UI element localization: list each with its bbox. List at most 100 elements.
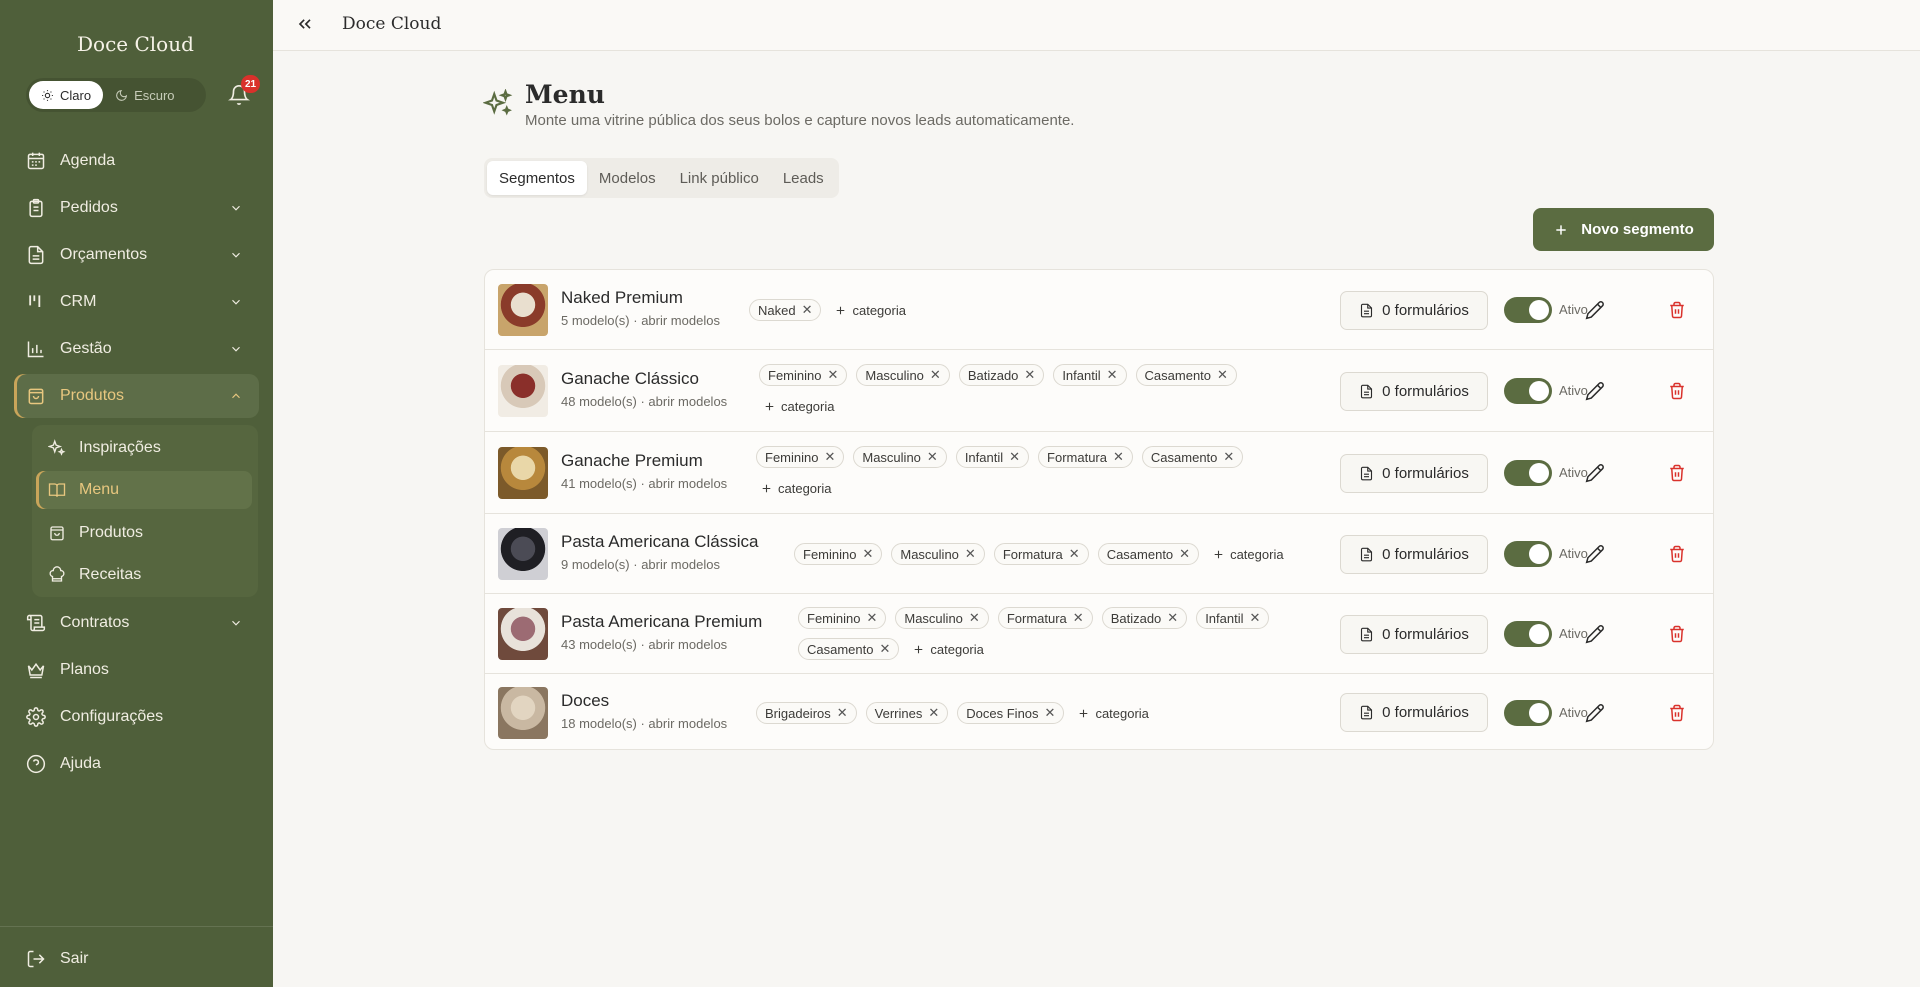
forms-button[interactable]: 0 formulários: [1340, 372, 1488, 411]
add-category-button[interactable]: categoria: [908, 638, 987, 660]
edit-icon[interactable]: [1585, 624, 1605, 644]
remove-tag-icon[interactable]: ✕: [1250, 610, 1261, 626]
active-toggle[interactable]: [1504, 378, 1552, 404]
remove-tag-icon[interactable]: ✕: [1069, 546, 1080, 562]
remove-tag-icon[interactable]: ✕: [1167, 610, 1178, 626]
remove-tag-icon[interactable]: ✕: [1107, 367, 1118, 383]
tab-segmentos[interactable]: Segmentos: [487, 161, 587, 195]
remove-tag-icon[interactable]: ✕: [1024, 367, 1035, 383]
remove-tag-icon[interactable]: ✕: [879, 641, 890, 657]
segment-meta[interactable]: 48 modelo(s) · abrir modelos: [561, 394, 727, 409]
theme-dark-button[interactable]: Escuro: [103, 81, 186, 109]
trash-icon[interactable]: [1668, 382, 1686, 400]
edit-icon[interactable]: [1585, 703, 1605, 723]
remove-tag-icon[interactable]: ✕: [1217, 367, 1228, 383]
kanban-icon: [29, 295, 41, 307]
remove-tag-icon[interactable]: ✕: [837, 705, 848, 721]
remove-tag-icon[interactable]: ✕: [1009, 449, 1020, 465]
chef-hat-icon: [49, 566, 65, 582]
remove-tag-icon[interactable]: ✕: [862, 546, 873, 562]
category-tag: Feminino ✕: [759, 364, 848, 386]
nav-planos[interactable]: Planos: [14, 648, 259, 692]
nav-ajuda[interactable]: Ajuda: [14, 742, 259, 786]
remove-tag-icon[interactable]: ✕: [969, 610, 980, 626]
edit-icon[interactable]: [1585, 381, 1605, 401]
active-toggle[interactable]: [1504, 700, 1552, 726]
remove-tag-icon[interactable]: ✕: [1045, 705, 1056, 721]
remove-tag-icon[interactable]: ✕: [927, 449, 938, 465]
remove-tag-icon[interactable]: ✕: [1073, 610, 1084, 626]
remove-tag-icon[interactable]: ✕: [866, 610, 877, 626]
remove-tag-icon[interactable]: ✕: [827, 367, 838, 383]
nav-pedidos[interactable]: Pedidos: [14, 186, 259, 230]
remove-tag-icon[interactable]: ✕: [1113, 449, 1124, 465]
add-category-button[interactable]: categoria: [756, 477, 835, 499]
trash-icon[interactable]: [1668, 301, 1686, 319]
add-category-label: categoria: [930, 641, 984, 657]
add-category-button[interactable]: categoria: [759, 395, 838, 417]
active-toggle[interactable]: [1504, 621, 1552, 647]
remove-tag-icon[interactable]: ✕: [930, 367, 941, 383]
nav-gestao[interactable]: Gestão: [14, 327, 259, 371]
nav-ajuda-label: Ajuda: [60, 755, 101, 772]
active-toggle[interactable]: [1504, 460, 1552, 486]
nav-contratos[interactable]: Contratos: [14, 601, 259, 645]
nav-agenda[interactable]: Agenda: [14, 139, 259, 183]
category-tag: Masculino ✕: [856, 364, 950, 386]
segment-meta[interactable]: 41 modelo(s) · abrir modelos: [561, 476, 727, 491]
add-category-button[interactable]: categoria: [830, 299, 909, 321]
submenu-menu[interactable]: Menu: [36, 471, 252, 509]
forms-button[interactable]: 0 formulários: [1340, 291, 1488, 330]
forms-button[interactable]: 0 formulários: [1340, 693, 1488, 732]
segment-list: Naked Premium 5 modelo(s) · abrir modelos…: [484, 269, 1714, 750]
add-category-button[interactable]: categoria: [1208, 543, 1287, 565]
edit-icon[interactable]: [1585, 544, 1605, 564]
segment-name[interactable]: Doces: [561, 691, 609, 711]
sun-icon: [42, 89, 53, 101]
submenu-inspiracoes[interactable]: Inspirações: [36, 429, 252, 467]
segment-name[interactable]: Pasta Americana Premium: [561, 612, 762, 632]
trash-icon[interactable]: [1668, 464, 1686, 482]
nav-crm[interactable]: CRM: [14, 280, 259, 324]
theme-light-button[interactable]: Claro: [29, 81, 104, 109]
tab-modelos[interactable]: Modelos: [587, 161, 668, 195]
segment-meta[interactable]: 43 modelo(s) · abrir modelos: [561, 637, 727, 652]
brand-name: Doce Cloud: [77, 32, 194, 56]
trash-icon[interactable]: [1668, 704, 1686, 722]
active-toggle[interactable]: [1504, 297, 1552, 323]
nav-sair[interactable]: Sair: [14, 937, 259, 981]
active-toggle[interactable]: [1504, 541, 1552, 567]
remove-tag-icon[interactable]: ✕: [928, 705, 939, 721]
new-segment-button[interactable]: Novo segmento: [1533, 208, 1714, 251]
remove-tag-icon[interactable]: ✕: [1223, 449, 1234, 465]
remove-tag-icon[interactable]: ✕: [965, 546, 976, 562]
edit-icon[interactable]: [1585, 300, 1605, 320]
segment-meta[interactable]: 5 modelo(s) · abrir modelos: [561, 313, 720, 328]
tab-leads[interactable]: Leads: [771, 161, 836, 195]
segment-name[interactable]: Pasta Americana Clássica: [561, 532, 758, 552]
add-category-button[interactable]: categoria: [1073, 702, 1152, 724]
collapse-sidebar-icon[interactable]: [295, 14, 315, 34]
remove-tag-icon[interactable]: ✕: [802, 302, 813, 318]
trash-icon[interactable]: [1668, 625, 1686, 643]
category-tag-label: Batizado: [1110, 610, 1162, 626]
submenu-receitas[interactable]: Receitas: [36, 556, 252, 594]
nav-configuracoes[interactable]: Configurações: [14, 695, 259, 739]
trash-icon[interactable]: [1668, 545, 1686, 563]
segment-meta[interactable]: 18 modelo(s) · abrir modelos: [561, 716, 727, 731]
forms-button[interactable]: 0 formulários: [1340, 535, 1488, 574]
file-text-icon: [1361, 384, 1373, 399]
remove-tag-icon[interactable]: ✕: [824, 449, 835, 465]
nav-produtos[interactable]: Produtos: [14, 374, 259, 418]
segment-name[interactable]: Ganache Premium: [561, 451, 703, 471]
segment-name[interactable]: Naked Premium: [561, 288, 683, 308]
segment-name[interactable]: Ganache Clássico: [561, 369, 699, 389]
segment-meta[interactable]: 9 modelo(s) · abrir modelos: [561, 557, 720, 572]
submenu-produtos[interactable]: Produtos: [36, 514, 252, 552]
remove-tag-icon[interactable]: ✕: [1179, 546, 1190, 562]
nav-orcamentos[interactable]: Orçamentos: [14, 233, 259, 277]
forms-button[interactable]: 0 formulários: [1340, 615, 1488, 654]
edit-icon[interactable]: [1585, 463, 1605, 483]
forms-button[interactable]: 0 formulários: [1340, 454, 1488, 493]
tab-link-publico[interactable]: Link público: [668, 161, 771, 195]
